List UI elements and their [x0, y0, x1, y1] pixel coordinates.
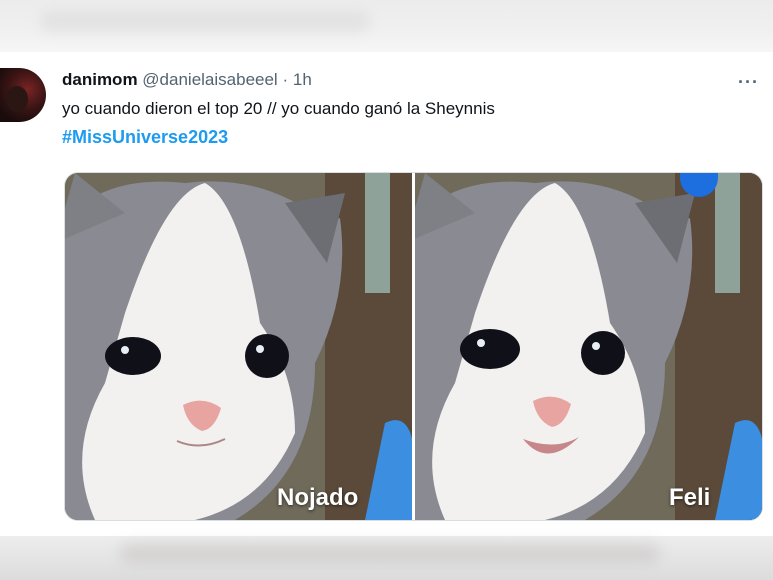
caption-right: Feli — [669, 484, 711, 511]
avatar[interactable] — [0, 68, 46, 122]
hashtag-link[interactable]: #MissUniverse2023 — [62, 127, 228, 148]
media-image-right[interactable]: Feli — [415, 173, 762, 520]
handle[interactable]: @danielaisabeeel — [142, 70, 277, 89]
caption-left: Nojado — [277, 484, 359, 511]
tweet-media[interactable]: Nojado Feli — [64, 172, 763, 521]
tweet-text: yo cuando dieron el top 20 // yo cuando … — [62, 99, 495, 118]
display-name[interactable]: danimom — [62, 70, 138, 89]
separator: · — [282, 70, 289, 89]
blurred-background-bottom — [0, 536, 773, 580]
blurred-background-top — [0, 0, 773, 52]
tweet-card[interactable]: danimom @danielaisabeeel · 1h ··· yo cua… — [0, 52, 773, 536]
more-options-icon[interactable]: ··· — [738, 72, 759, 93]
media-image-left[interactable]: Nojado — [65, 173, 412, 520]
tweet-header: danimom @danielaisabeeel · 1h — [62, 70, 312, 90]
kitten-illustration-right — [415, 173, 762, 520]
timestamp[interactable]: 1h — [293, 70, 312, 89]
kitten-illustration-left — [65, 173, 412, 520]
